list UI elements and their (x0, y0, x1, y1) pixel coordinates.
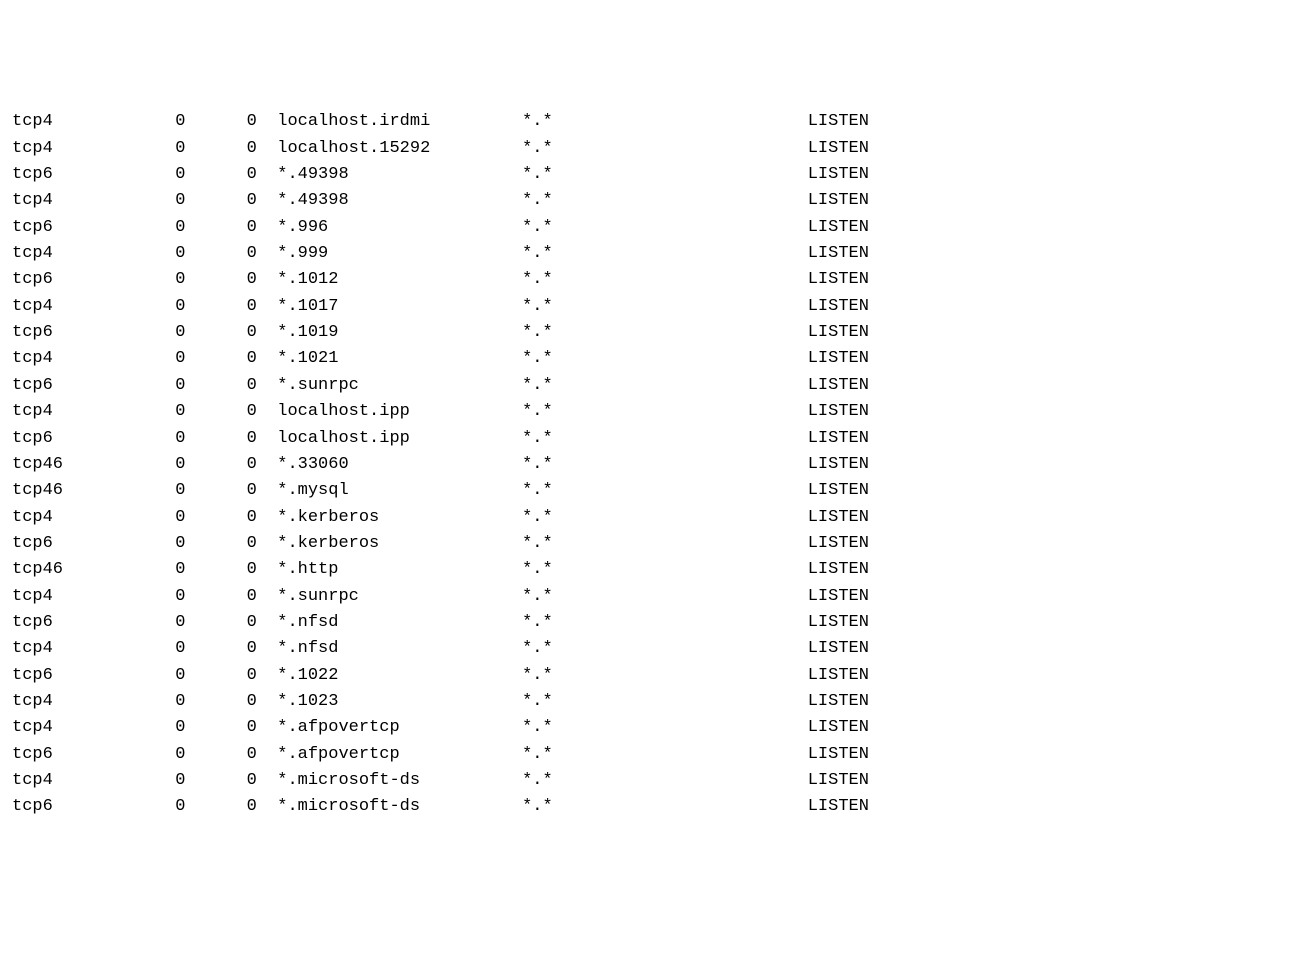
netstat-row: tcp6 0 0 *.1022 *.* LISTEN (12, 663, 1280, 689)
netstat-row: tcp6 0 0 *.microsoft-ds *.* LISTEN (12, 794, 1280, 820)
netstat-row: tcp4 0 0 *.nfsd *.* LISTEN (12, 636, 1280, 662)
netstat-row: tcp46 0 0 *.http *.* LISTEN (12, 557, 1280, 583)
netstat-row: tcp4 0 0 *.microsoft-ds *.* LISTEN (12, 768, 1280, 794)
netstat-row: tcp6 0 0 *.1012 *.* LISTEN (12, 267, 1280, 293)
netstat-row: tcp46 0 0 *.33060 *.* LISTEN (12, 452, 1280, 478)
netstat-row: tcp6 0 0 *.sunrpc *.* LISTEN (12, 373, 1280, 399)
netstat-row: tcp4 0 0 *.kerberos *.* LISTEN (12, 505, 1280, 531)
netstat-row: tcp4 0 0 localhost.ipp *.* LISTEN (12, 399, 1280, 425)
netstat-row: tcp4 0 0 *.afpovertcp *.* LISTEN (12, 715, 1280, 741)
netstat-output[interactable]: tcp4 0 0 localhost.irdmi *.* LISTENtcp4 … (12, 109, 1280, 820)
netstat-row: tcp4 0 0 localhost.irdmi *.* LISTEN (12, 109, 1280, 135)
netstat-row: tcp4 0 0 *.1017 *.* LISTEN (12, 294, 1280, 320)
netstat-row: tcp4 0 0 *.1023 *.* LISTEN (12, 689, 1280, 715)
netstat-row: tcp46 0 0 *.mysql *.* LISTEN (12, 478, 1280, 504)
netstat-row: tcp6 0 0 *.afpovertcp *.* LISTEN (12, 742, 1280, 768)
netstat-row: tcp4 0 0 *.999 *.* LISTEN (12, 241, 1280, 267)
netstat-row: tcp6 0 0 *.1019 *.* LISTEN (12, 320, 1280, 346)
netstat-row: tcp6 0 0 *.kerberos *.* LISTEN (12, 531, 1280, 557)
netstat-row: tcp6 0 0 *.nfsd *.* LISTEN (12, 610, 1280, 636)
netstat-row: tcp4 0 0 *.sunrpc *.* LISTEN (12, 584, 1280, 610)
netstat-row: tcp4 0 0 *.49398 *.* LISTEN (12, 188, 1280, 214)
netstat-row: tcp4 0 0 *.1021 *.* LISTEN (12, 346, 1280, 372)
netstat-row: tcp6 0 0 *.49398 *.* LISTEN (12, 162, 1280, 188)
netstat-row: tcp6 0 0 localhost.ipp *.* LISTEN (12, 426, 1280, 452)
netstat-row: tcp4 0 0 localhost.15292 *.* LISTEN (12, 136, 1280, 162)
netstat-row: tcp6 0 0 *.996 *.* LISTEN (12, 215, 1280, 241)
